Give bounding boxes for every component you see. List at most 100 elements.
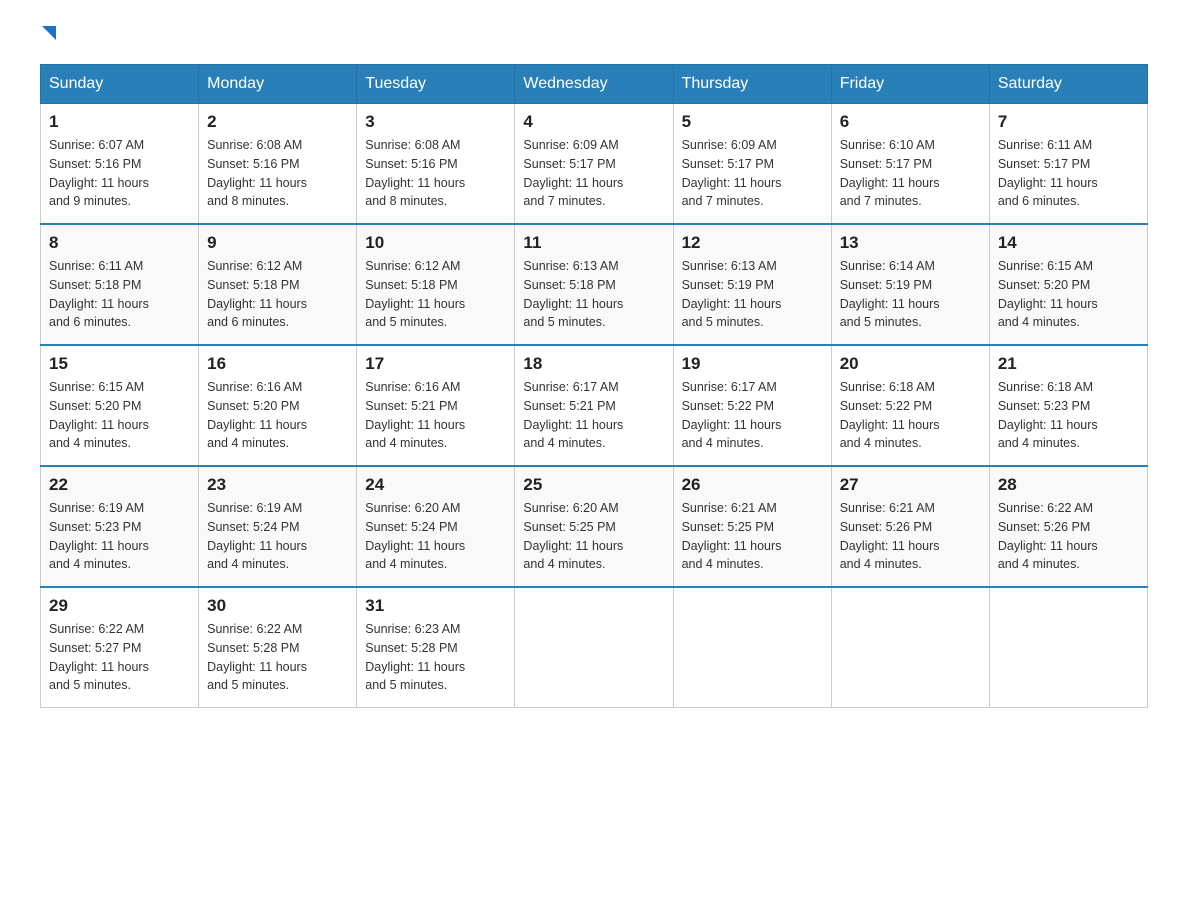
- calendar-cell: 31 Sunrise: 6:23 AMSunset: 5:28 PMDayligh…: [357, 587, 515, 708]
- calendar-cell: 24Sunrise: 6:20 AMSunset: 5:24 PMDayligh…: [357, 466, 515, 587]
- logo-arrow-icon: [42, 26, 56, 40]
- calendar-cell: 25Sunrise: 6:20 AMSunset: 5:25 PMDayligh…: [515, 466, 673, 587]
- calendar-cell: 7 Sunrise: 6:11 AMSunset: 5:17 PMDaylight…: [989, 104, 1147, 225]
- page-header: [40, 30, 1148, 44]
- day-number: 22: [49, 475, 190, 495]
- day-number: 11: [523, 233, 664, 253]
- day-info: Sunrise: 6:18 AMSunset: 5:23 PMDaylight:…: [998, 378, 1139, 453]
- calendar-cell: [673, 587, 831, 708]
- day-info: Sunrise: 6:19 AMSunset: 5:23 PMDaylight:…: [49, 499, 190, 574]
- day-number: 5: [682, 112, 823, 132]
- calendar-cell: 3 Sunrise: 6:08 AMSunset: 5:16 PMDaylight…: [357, 104, 515, 225]
- day-number: 15: [49, 354, 190, 374]
- calendar-header-saturday: Saturday: [989, 65, 1147, 104]
- calendar-cell: [989, 587, 1147, 708]
- day-number: 23: [207, 475, 348, 495]
- day-number: 9: [207, 233, 348, 253]
- calendar-cell: 13 Sunrise: 6:14 AMSunset: 5:19 PMDayligh…: [831, 224, 989, 345]
- day-info: Sunrise: 6:08 AMSunset: 5:16 PMDaylight:…: [365, 136, 506, 211]
- day-number: 10: [365, 233, 506, 253]
- day-number: 2: [207, 112, 348, 132]
- calendar-table: SundayMondayTuesdayWednesdayThursdayFrid…: [40, 64, 1148, 708]
- calendar-cell: 22 Sunrise: 6:19 AMSunset: 5:23 PMDayligh…: [41, 466, 199, 587]
- day-number: 28: [998, 475, 1139, 495]
- calendar-cell: 12Sunrise: 6:13 AMSunset: 5:19 PMDayligh…: [673, 224, 831, 345]
- calendar-week-row: 29 Sunrise: 6:22 AMSunset: 5:27 PMDayligh…: [41, 587, 1148, 708]
- calendar-cell: 20 Sunrise: 6:18 AMSunset: 5:22 PMDayligh…: [831, 345, 989, 466]
- calendar-header-sunday: Sunday: [41, 65, 199, 104]
- day-info: Sunrise: 6:21 AMSunset: 5:25 PMDaylight:…: [682, 499, 823, 574]
- calendar-cell: 17 Sunrise: 6:16 AMSunset: 5:21 PMDayligh…: [357, 345, 515, 466]
- calendar-cell: 19Sunrise: 6:17 AMSunset: 5:22 PMDayligh…: [673, 345, 831, 466]
- day-info: Sunrise: 6:17 AMSunset: 5:22 PMDaylight:…: [682, 378, 823, 453]
- day-info: Sunrise: 6:16 AMSunset: 5:20 PMDaylight:…: [207, 378, 348, 453]
- day-info: Sunrise: 6:08 AMSunset: 5:16 PMDaylight:…: [207, 136, 348, 211]
- calendar-cell: 4Sunrise: 6:09 AMSunset: 5:17 PMDaylight…: [515, 104, 673, 225]
- day-info: Sunrise: 6:11 AMSunset: 5:17 PMDaylight:…: [998, 136, 1139, 211]
- day-number: 3: [365, 112, 506, 132]
- calendar-cell: 26 Sunrise: 6:21 AMSunset: 5:25 PMDayligh…: [673, 466, 831, 587]
- calendar-cell: [515, 587, 673, 708]
- calendar-header-wednesday: Wednesday: [515, 65, 673, 104]
- day-number: 30: [207, 596, 348, 616]
- day-info: Sunrise: 6:14 AMSunset: 5:19 PMDaylight:…: [840, 257, 981, 332]
- day-info: Sunrise: 6:23 AMSunset: 5:28 PMDaylight:…: [365, 620, 506, 695]
- day-info: Sunrise: 6:19 AMSunset: 5:24 PMDaylight:…: [207, 499, 348, 574]
- calendar-cell: 1Sunrise: 6:07 AMSunset: 5:16 PMDaylight…: [41, 104, 199, 225]
- day-number: 16: [207, 354, 348, 374]
- calendar-cell: 16 Sunrise: 6:16 AMSunset: 5:20 PMDayligh…: [199, 345, 357, 466]
- calendar-header-friday: Friday: [831, 65, 989, 104]
- day-number: 7: [998, 112, 1139, 132]
- calendar-cell: 8Sunrise: 6:11 AMSunset: 5:18 PMDaylight…: [41, 224, 199, 345]
- calendar-cell: 27 Sunrise: 6:21 AMSunset: 5:26 PMDayligh…: [831, 466, 989, 587]
- day-number: 29: [49, 596, 190, 616]
- day-info: Sunrise: 6:15 AMSunset: 5:20 PMDaylight:…: [998, 257, 1139, 332]
- calendar-cell: 11 Sunrise: 6:13 AMSunset: 5:18 PMDayligh…: [515, 224, 673, 345]
- calendar-week-row: 15 Sunrise: 6:15 AMSunset: 5:20 PMDayligh…: [41, 345, 1148, 466]
- day-number: 20: [840, 354, 981, 374]
- calendar-week-row: 1Sunrise: 6:07 AMSunset: 5:16 PMDaylight…: [41, 104, 1148, 225]
- day-number: 26: [682, 475, 823, 495]
- calendar-cell: [831, 587, 989, 708]
- day-number: 27: [840, 475, 981, 495]
- calendar-cell: 15 Sunrise: 6:15 AMSunset: 5:20 PMDayligh…: [41, 345, 199, 466]
- day-number: 21: [998, 354, 1139, 374]
- day-info: Sunrise: 6:22 AMSunset: 5:26 PMDaylight:…: [998, 499, 1139, 574]
- day-info: Sunrise: 6:13 AMSunset: 5:19 PMDaylight:…: [682, 257, 823, 332]
- day-number: 17: [365, 354, 506, 374]
- day-number: 24: [365, 475, 506, 495]
- calendar-cell: 29 Sunrise: 6:22 AMSunset: 5:27 PMDayligh…: [41, 587, 199, 708]
- calendar-header-monday: Monday: [199, 65, 357, 104]
- calendar-cell: 21 Sunrise: 6:18 AMSunset: 5:23 PMDayligh…: [989, 345, 1147, 466]
- day-info: Sunrise: 6:07 AMSunset: 5:16 PMDaylight:…: [49, 136, 190, 211]
- calendar-cell: 23 Sunrise: 6:19 AMSunset: 5:24 PMDayligh…: [199, 466, 357, 587]
- day-info: Sunrise: 6:09 AMSunset: 5:17 PMDaylight:…: [523, 136, 664, 211]
- day-info: Sunrise: 6:13 AMSunset: 5:18 PMDaylight:…: [523, 257, 664, 332]
- day-number: 13: [840, 233, 981, 253]
- calendar-week-row: 22 Sunrise: 6:19 AMSunset: 5:23 PMDayligh…: [41, 466, 1148, 587]
- calendar-header-tuesday: Tuesday: [357, 65, 515, 104]
- calendar-cell: 2 Sunrise: 6:08 AMSunset: 5:16 PMDaylight…: [199, 104, 357, 225]
- calendar-cell: 6Sunrise: 6:10 AMSunset: 5:17 PMDaylight…: [831, 104, 989, 225]
- calendar-cell: 28 Sunrise: 6:22 AMSunset: 5:26 PMDayligh…: [989, 466, 1147, 587]
- day-info: Sunrise: 6:16 AMSunset: 5:21 PMDaylight:…: [365, 378, 506, 453]
- day-info: Sunrise: 6:10 AMSunset: 5:17 PMDaylight:…: [840, 136, 981, 211]
- day-info: Sunrise: 6:18 AMSunset: 5:22 PMDaylight:…: [840, 378, 981, 453]
- calendar-cell: 30Sunrise: 6:22 AMSunset: 5:28 PMDayligh…: [199, 587, 357, 708]
- day-info: Sunrise: 6:20 AMSunset: 5:25 PMDaylight:…: [523, 499, 664, 574]
- calendar-cell: 9 Sunrise: 6:12 AMSunset: 5:18 PMDaylight…: [199, 224, 357, 345]
- day-info: Sunrise: 6:12 AMSunset: 5:18 PMDaylight:…: [207, 257, 348, 332]
- calendar-cell: 18Sunrise: 6:17 AMSunset: 5:21 PMDayligh…: [515, 345, 673, 466]
- calendar-cell: 14 Sunrise: 6:15 AMSunset: 5:20 PMDayligh…: [989, 224, 1147, 345]
- calendar-week-row: 8Sunrise: 6:11 AMSunset: 5:18 PMDaylight…: [41, 224, 1148, 345]
- day-info: Sunrise: 6:11 AMSunset: 5:18 PMDaylight:…: [49, 257, 190, 332]
- day-info: Sunrise: 6:22 AMSunset: 5:27 PMDaylight:…: [49, 620, 190, 695]
- calendar-header-row: SundayMondayTuesdayWednesdayThursdayFrid…: [41, 65, 1148, 104]
- day-info: Sunrise: 6:15 AMSunset: 5:20 PMDaylight:…: [49, 378, 190, 453]
- day-number: 31: [365, 596, 506, 616]
- day-info: Sunrise: 6:09 AMSunset: 5:17 PMDaylight:…: [682, 136, 823, 211]
- day-info: Sunrise: 6:12 AMSunset: 5:18 PMDaylight:…: [365, 257, 506, 332]
- calendar-cell: 5 Sunrise: 6:09 AMSunset: 5:17 PMDaylight…: [673, 104, 831, 225]
- day-number: 14: [998, 233, 1139, 253]
- day-info: Sunrise: 6:21 AMSunset: 5:26 PMDaylight:…: [840, 499, 981, 574]
